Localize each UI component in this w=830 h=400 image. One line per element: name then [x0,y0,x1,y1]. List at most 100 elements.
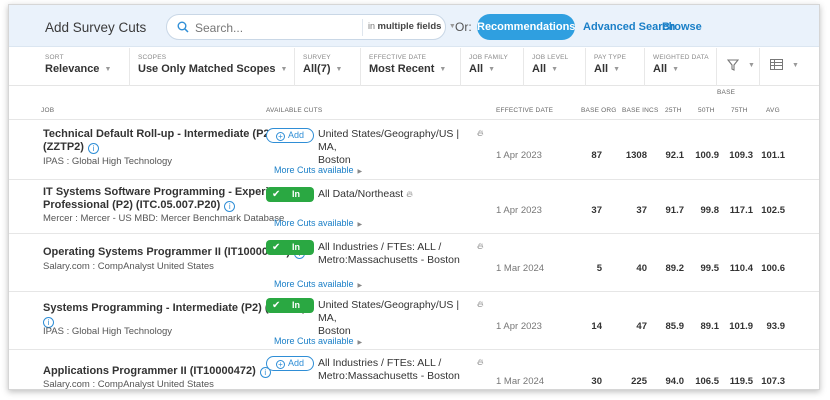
more-cuts-link[interactable]: More Cuts available ▶ [274,336,362,346]
avg-value: 102.5 [761,205,785,216]
filter-value: All ▼ [469,63,495,75]
base-incs: 1308 [625,150,647,161]
flame-icon: 🔥︎ [477,299,484,309]
base-incs: 40 [636,263,647,274]
table-row: Systems Programming - Intermediate (P2) … [9,291,819,349]
base-org: 87 [591,150,602,161]
chevron-right-icon: ▶ [357,340,363,346]
filter-effective-date[interactable]: EFFECTIVE DATE Most Recent ▼ [360,48,458,86]
effective-date: 1 Mar 2024 [496,376,545,387]
col-header-cuts: AVAILABLE CUTS [266,107,323,114]
in-cut-button[interactable]: ✔ In [266,187,314,202]
available-cut: United States/Geography/US | MA, Boston [318,128,460,166]
more-cuts-link[interactable]: More Cuts available ▶ [274,218,362,228]
columns-menu-button[interactable]: ▼ [759,48,819,86]
p50-value: 106.5 [695,376,719,387]
p75-value: 117.1 [729,205,753,216]
p25-value: 92.1 [665,150,685,161]
in-cut-button[interactable]: ✔ In [266,298,314,313]
filter-weighted-data[interactable]: WEIGHTED DATA All ▼ [644,48,714,86]
chevron-down-icon: ▼ [335,65,343,73]
info-icon[interactable]: i [224,201,236,212]
plus-icon: + [275,132,285,141]
col-header-75th[interactable]: 75TH [731,107,748,114]
base-org: 14 [591,321,602,332]
p50-value: 99.8 [700,205,720,216]
filter-label: JOB LEVEL [532,54,569,61]
table-row: IT Systems Software Programming - Experi… [9,179,819,233]
filter-menu-button[interactable]: ▼ [716,48,758,86]
p25-value: 91.7 [665,205,685,216]
p75-value: 119.5 [729,376,753,387]
p25-value: 94.0 [665,376,685,387]
search-box[interactable]: in multiple fields ▼ [166,14,456,40]
table-row: Technical Default Roll-up - Intermediate… [9,119,819,179]
available-cut: All Industries / FTEs: ALL / Metro:Massac… [318,241,460,266]
p75-value: 101.9 [729,321,753,332]
base-incs: 37 [636,205,647,216]
base-incs: 225 [631,376,647,387]
panel-title: Add Survey Cuts [45,20,147,35]
filter-pay-type[interactable]: PAY TYPE All ▼ [585,48,643,86]
col-header-effective-date[interactable]: EFFECTIVE DATE [496,107,553,114]
more-cuts-link[interactable]: More Cuts available ▶ [274,165,362,175]
flame-icon: 🔥︎ [477,357,484,367]
job-title[interactable]: Applications Programmer II (IT10000472) i [43,365,271,378]
job-source: IPAS : Global High Technology [43,156,173,167]
col-header-avg[interactable]: AVG [766,107,780,114]
flame-icon: 🔥︎ [477,241,484,251]
base-org: 30 [591,376,602,387]
search-field-selector[interactable]: in multiple fields ▼ [368,21,456,32]
filter-survey[interactable]: SURVEY All(7) ▼ [294,48,358,86]
filter-job-level[interactable]: JOB LEVEL All ▼ [523,48,584,86]
search-field-value: multiple fields [377,21,442,32]
filter-bar: SORT Relevance ▼ SCOPES Use Only Matched … [9,48,819,86]
p50-value: 100.9 [695,150,719,161]
add-cut-button[interactable]: + Add [266,356,314,371]
chevron-down-icon: ▼ [613,65,620,73]
p50-value: 89.1 [700,321,720,332]
more-cuts-link[interactable]: More Cuts available ▶ [274,279,362,289]
recommendations-button[interactable]: Recommendations [477,14,575,40]
avg-value: 107.3 [761,376,785,387]
effective-date: 1 Apr 2023 [496,321,542,332]
avg-value: 100.6 [761,263,785,274]
browse-link[interactable]: Browse [662,21,702,33]
effective-date: 1 Apr 2023 [496,205,542,216]
base-group-header: BASE [717,89,736,96]
filter-value: All ▼ [532,63,558,75]
p75-value: 110.4 [729,263,753,274]
col-header-50th[interactable]: 50TH [698,107,715,114]
filter-scopes[interactable]: SCOPES Use Only Matched Scopes ▼ [129,48,292,86]
filter-job-family[interactable]: JOB FAMILY All ▼ [460,48,521,86]
available-cut: United States/Geography/US | MA, Boston [318,299,460,337]
col-header-job[interactable]: JOB [41,107,54,114]
job-source: Salary.com : CompAnalyst United States [43,261,214,272]
job-title[interactable]: Technical Default Roll-up - Intermediate… [43,128,273,154]
chevron-down-icon: ▼ [551,65,558,73]
filter-sort[interactable]: SORT Relevance ▼ [37,48,127,86]
plus-icon: + [275,360,285,369]
job-source: Mercer : Mercer - US MBD: Mercer Benchma… [43,213,285,224]
filter-value: All(7) ▼ [303,63,343,75]
add-cut-button[interactable]: + Add [266,128,314,143]
search-input[interactable] [195,19,355,36]
chevron-right-icon: ▶ [357,222,363,228]
flame-icon: 🔥︎ [477,128,484,138]
info-icon[interactable]: i [87,143,99,154]
chevron-down-icon: ▼ [672,65,679,73]
table-row: Applications Programmer II (IT10000472) i… [9,349,819,389]
available-cut: All Data/Northeast 🔥︎ [318,188,413,200]
base-org: 37 [591,205,602,216]
col-header-base-incs[interactable]: BASE INCS [622,107,658,114]
funnel-icon [727,59,739,71]
filter-value: Use Only Matched Scopes ▼ [138,63,288,75]
filter-label: SURVEY [303,54,331,61]
col-header-25th[interactable]: 25TH [665,107,682,114]
filter-label: JOB FAMILY [469,54,509,61]
job-title[interactable]: IT Systems Software Programming - Experi… [43,186,300,212]
in-cut-button[interactable]: ✔ In [266,240,314,255]
chevron-down-icon: ▼ [280,65,288,73]
chevron-down-icon: ▼ [488,65,495,73]
col-header-base-org[interactable]: BASE ORG [581,107,617,114]
